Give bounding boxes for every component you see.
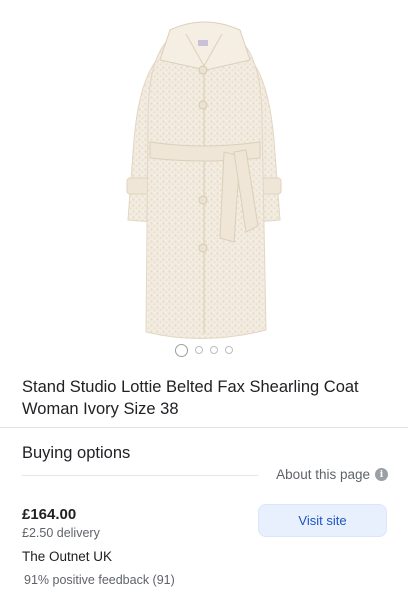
product-image-carousel[interactable]	[0, 0, 408, 368]
section-rule	[22, 475, 258, 476]
seller-feedback: 91% positive feedback (91)	[24, 573, 175, 587]
visit-site-button[interactable]: Visit site	[258, 504, 387, 537]
divider	[0, 427, 408, 428]
delivery-cost: £2.50 delivery	[22, 526, 100, 540]
offer-price: £164.00	[22, 506, 77, 523]
seller-name[interactable]: The Outnet UK	[22, 549, 112, 564]
about-this-page-link[interactable]: About this page i	[276, 467, 388, 482]
info-icon: i	[375, 468, 388, 481]
product-image	[126, 21, 282, 339]
buying-options-heading: Buying options	[22, 444, 131, 462]
carousel-dot[interactable]	[175, 343, 188, 357]
product-title: Stand Studio Lottie Belted Fax Shearling…	[22, 378, 359, 418]
carousel-dot[interactable]	[225, 346, 233, 354]
about-this-page-label: About this page	[276, 467, 370, 482]
carousel-dot[interactable]	[195, 346, 203, 354]
carousel-dot[interactable]	[210, 346, 218, 354]
carousel-indicators	[0, 342, 408, 358]
